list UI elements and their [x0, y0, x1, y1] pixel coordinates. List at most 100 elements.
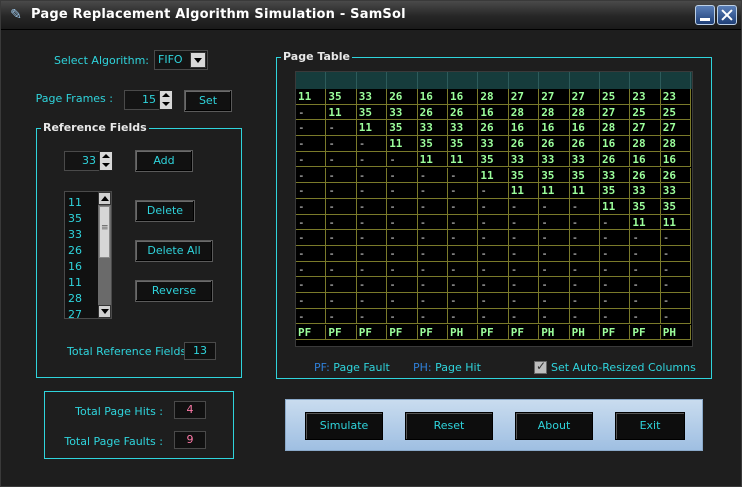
table-cell[interactable]: 27: [660, 120, 692, 137]
table-cell[interactable]: 35: [539, 167, 570, 184]
table-cell[interactable]: -: [478, 246, 509, 262]
table-cell[interactable]: -: [356, 230, 388, 246]
delete-button[interactable]: Delete: [135, 200, 195, 222]
table-cell[interactable]: 11: [478, 167, 509, 184]
table-cell[interactable]: -: [660, 261, 692, 278]
table-cell[interactable]: 33: [569, 151, 600, 168]
table-cell[interactable]: -: [448, 293, 479, 309]
table-cell[interactable]: -: [600, 261, 631, 278]
table-cell[interactable]: -: [326, 214, 357, 231]
table-cell[interactable]: -: [296, 151, 327, 168]
table-cell[interactable]: 16: [630, 151, 661, 168]
table-cell[interactable]: -: [387, 246, 418, 262]
list-item[interactable]: 27: [68, 308, 82, 321]
table-cell[interactable]: -: [387, 308, 418, 325]
table-cell[interactable]: -: [478, 261, 509, 278]
table-cell[interactable]: 16: [660, 151, 692, 168]
table-cell[interactable]: 11: [539, 183, 570, 199]
table-cell[interactable]: -: [478, 183, 509, 199]
list-item[interactable]: 28: [68, 292, 82, 305]
table-cell[interactable]: -: [387, 230, 418, 246]
table-cell[interactable]: -: [539, 214, 570, 231]
table-cell[interactable]: -: [326, 183, 357, 199]
table-cell[interactable]: 11: [448, 151, 479, 168]
table-cell[interactable]: -: [296, 183, 327, 199]
table-cell[interactable]: -: [508, 308, 540, 325]
table-cell[interactable]: 11: [600, 198, 631, 215]
result-cell[interactable]: PF: [326, 324, 357, 341]
table-cell[interactable]: -: [508, 261, 540, 278]
result-cell[interactable]: PF: [387, 324, 418, 341]
table-cell[interactable]: 35: [417, 136, 448, 152]
page-table-grid[interactable]: 11 35 33 26 16 16 28 27 27 27 25 23 23-11 35 33 26 26 16 2…: [295, 71, 693, 347]
table-cell[interactable]: 35: [630, 198, 661, 215]
table-cell[interactable]: -: [296, 120, 327, 137]
table-cell[interactable]: -: [660, 246, 692, 262]
table-cell[interactable]: 11: [296, 89, 327, 105]
table-cell[interactable]: -: [417, 230, 448, 246]
table-cell[interactable]: 28: [539, 104, 570, 121]
scroll-up-icon[interactable]: [98, 192, 111, 205]
table-cell[interactable]: -: [539, 261, 570, 278]
table-cell[interactable]: -: [326, 198, 357, 215]
table-cell[interactable]: -: [296, 136, 327, 152]
table-cell[interactable]: 16: [539, 120, 570, 137]
table-cell[interactable]: -: [387, 293, 418, 309]
table-cell[interactable]: -: [448, 308, 479, 325]
table-cell[interactable]: 35: [448, 136, 479, 152]
table-cell[interactable]: 26: [569, 136, 600, 152]
table-cell[interactable]: -: [417, 277, 448, 294]
table-cell[interactable]: -: [478, 293, 509, 309]
table-cell[interactable]: 33: [539, 151, 570, 168]
result-cell[interactable]: PH: [539, 324, 570, 341]
table-cell[interactable]: -: [478, 308, 509, 325]
table-cell[interactable]: 16: [569, 120, 600, 137]
column-header[interactable]: [539, 72, 570, 89]
table-cell[interactable]: -: [448, 261, 479, 278]
table-cell[interactable]: -: [569, 230, 600, 246]
page-frames-input[interactable]: 15: [124, 90, 160, 110]
table-cell[interactable]: -: [356, 167, 388, 184]
table-cell[interactable]: 11: [326, 104, 357, 121]
table-cell[interactable]: -: [356, 308, 388, 325]
table-cell[interactable]: 35: [569, 167, 600, 184]
table-cell[interactable]: -: [296, 308, 327, 325]
table-cell[interactable]: 16: [417, 89, 448, 105]
list-item[interactable]: 11: [68, 196, 82, 209]
table-cell[interactable]: -: [326, 246, 357, 262]
table-cell[interactable]: 11: [356, 120, 388, 137]
exit-button[interactable]: Exit: [615, 412, 685, 440]
table-cell[interactable]: -: [448, 167, 479, 184]
table-cell[interactable]: 35: [387, 120, 418, 137]
table-cell[interactable]: 16: [478, 104, 509, 121]
table-cell[interactable]: -: [600, 293, 631, 309]
reference-list[interactable]: 11 35 33 26 16 11 28 27: [64, 191, 112, 321]
result-cell[interactable]: PF: [630, 324, 661, 341]
table-cell[interactable]: -: [356, 136, 388, 152]
column-header[interactable]: [570, 72, 600, 89]
column-header[interactable]: [296, 72, 327, 89]
table-cell[interactable]: 26: [600, 151, 631, 168]
column-header[interactable]: [661, 72, 692, 89]
table-cell[interactable]: -: [660, 308, 692, 325]
list-scrollbar[interactable]: [98, 192, 111, 318]
table-cell[interactable]: -: [448, 277, 479, 294]
table-cell[interactable]: -: [417, 214, 448, 231]
column-header[interactable]: [448, 72, 479, 89]
table-cell[interactable]: -: [417, 167, 448, 184]
list-item[interactable]: 35: [68, 212, 82, 225]
table-cell[interactable]: 26: [448, 104, 479, 121]
table-cell[interactable]: 28: [508, 104, 540, 121]
scroll-thumb[interactable]: [99, 206, 110, 258]
table-cell[interactable]: 35: [356, 104, 388, 121]
table-cell[interactable]: 33: [417, 120, 448, 137]
table-cell[interactable]: -: [296, 246, 327, 262]
table-cell[interactable]: -: [630, 246, 661, 262]
table-cell[interactable]: 35: [600, 183, 631, 199]
table-cell[interactable]: -: [326, 308, 357, 325]
table-cell[interactable]: -: [296, 167, 327, 184]
table-cell[interactable]: -: [387, 214, 418, 231]
table-cell[interactable]: 35: [660, 198, 692, 215]
reverse-button[interactable]: Reverse: [135, 280, 213, 302]
table-cell[interactable]: 35: [326, 89, 357, 105]
